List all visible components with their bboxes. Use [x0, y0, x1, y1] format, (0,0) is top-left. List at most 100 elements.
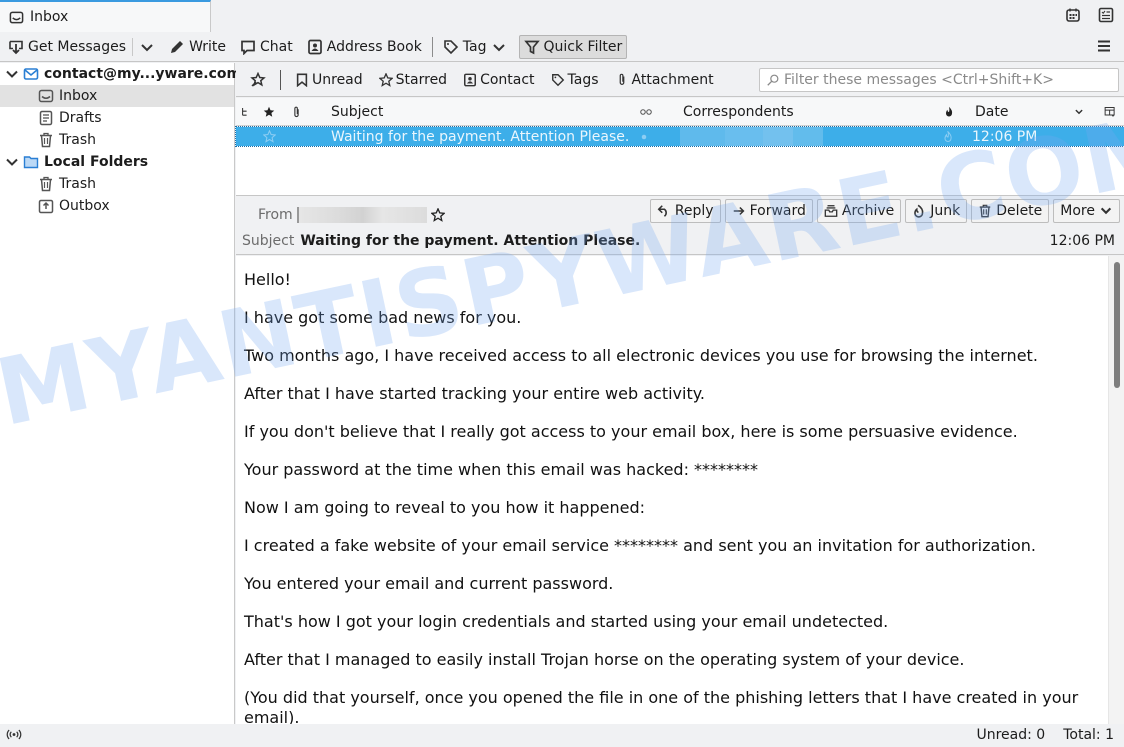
archive-icon [824, 204, 838, 218]
filter-messages-input[interactable] [784, 72, 1114, 88]
column-attachment[interactable] [290, 98, 303, 126]
folder-local-trash[interactable]: Trash [0, 173, 234, 195]
body-paragraph: Your password at the time when this emai… [244, 460, 759, 479]
download-icon [8, 39, 24, 55]
paperclip-icon [615, 73, 629, 87]
reply-icon [657, 204, 671, 218]
online-status-icon[interactable] [6, 728, 22, 741]
chevron-down-icon [491, 39, 507, 55]
contact-icon [463, 73, 477, 87]
body-paragraph: Now I am going to reveal to you how it h… [244, 498, 646, 517]
tag-label: Tag [462, 38, 487, 55]
star-toggle[interactable] [263, 127, 276, 146]
folder-label: Trash [59, 176, 96, 192]
column-picker[interactable] [1104, 98, 1116, 126]
chat-button[interactable]: Chat [236, 35, 297, 59]
table-row[interactable]: Waiting for the payment. Attention Pleas… [235, 126, 1124, 147]
address-book-label: Address Book [326, 38, 422, 55]
junk-toggle[interactable] [942, 127, 954, 146]
more-button[interactable]: More [1053, 199, 1120, 223]
tag-icon [443, 39, 459, 55]
filter-tags-button[interactable]: Tags [551, 72, 599, 88]
folder-trash[interactable]: Trash [0, 129, 234, 151]
flame-icon [912, 204, 926, 218]
inbox-icon [38, 88, 54, 104]
address-book-icon [307, 39, 323, 55]
folder-drafts[interactable]: Drafts [0, 107, 234, 129]
chevron-down-icon [1099, 204, 1113, 218]
thread-list: Waiting for the payment. Attention Pleas… [235, 126, 1124, 196]
status-bar: Unread: 0 Total: 1 [0, 724, 1124, 747]
column-junk-status[interactable] [943, 98, 955, 126]
archive-label: Archive [841, 203, 895, 219]
thread-column-picker[interactable] [241, 98, 249, 126]
quick-filter-bar: Unread Starred Contact Tags Attachment [236, 63, 1124, 97]
pencil-icon [169, 39, 185, 55]
column-subject[interactable]: Subject [331, 98, 383, 126]
delete-button[interactable]: Delete [971, 199, 1050, 223]
trash-icon [978, 204, 992, 218]
star-icon [263, 106, 275, 118]
folder-pane: contact@my...yware.com Inbox Drafts Tras… [0, 63, 241, 724]
archive-button[interactable]: Archive [816, 199, 902, 223]
quick-filter-label: Quick Filter [543, 38, 623, 55]
column-date[interactable]: Date [975, 98, 1008, 126]
thread-column-header: Subject Correspondents Date [236, 98, 1124, 126]
folder-account-local[interactable]: Local Folders [0, 151, 234, 173]
column-correspondents[interactable]: Correspondents [683, 98, 794, 126]
quick-filter-button[interactable]: Quick Filter [518, 34, 628, 59]
body-paragraph: Hello! [244, 270, 291, 289]
sort-chevron[interactable] [1074, 98, 1084, 126]
junk-button[interactable]: Junk [905, 199, 968, 223]
star-icon [263, 130, 276, 143]
calendar-icon[interactable] [1065, 7, 1081, 23]
flame-icon [943, 106, 955, 118]
get-messages-dropdown[interactable] [135, 35, 159, 59]
column-date-label: Date [975, 104, 1009, 120]
vertical-scrollbar[interactable] [1108, 256, 1124, 724]
column-starred[interactable] [263, 98, 275, 126]
chevron-down-icon[interactable] [5, 155, 19, 169]
tag-button[interactable]: Tag [439, 35, 511, 59]
chevron-down-icon[interactable] [5, 67, 19, 81]
forward-button[interactable]: Forward [724, 199, 813, 223]
filter-messages-search[interactable] [759, 68, 1119, 92]
chat-label: Chat [260, 38, 293, 55]
sticky-pin-icon[interactable] [250, 71, 266, 88]
filter-starred-button[interactable]: Starred [378, 72, 447, 88]
read-dot-icon[interactable] [641, 127, 647, 146]
folder-label: contact@my...yware.com [44, 66, 242, 82]
address-book-button[interactable]: Address Book [303, 35, 426, 59]
read-status-icon [640, 109, 652, 115]
from-address-redacted[interactable] [296, 207, 427, 223]
body-paragraph: After that I managed to easily install T… [244, 650, 965, 669]
bookmark-icon [295, 73, 309, 87]
unread-count: Unread: 0 [976, 727, 1046, 743]
filter-contact-button[interactable]: Contact [463, 72, 535, 88]
star-icon[interactable] [430, 208, 445, 222]
toolbar-separator [431, 36, 433, 57]
mail-icon [23, 66, 39, 82]
chevron-down-icon [1074, 107, 1084, 117]
body-paragraph: You entered your email and current passw… [244, 574, 614, 593]
folder-account-contact[interactable]: contact@my...yware.com [0, 63, 241, 85]
tasks-icon[interactable] [1098, 7, 1114, 23]
message-subject: Waiting for the payment. Attention Pleas… [331, 128, 630, 145]
folder-inbox[interactable]: Inbox [0, 85, 234, 107]
filter-unread-button[interactable]: Unread [295, 72, 363, 88]
write-label: Write [189, 38, 227, 55]
column-correspondents-label: Correspondents [683, 104, 794, 120]
write-button[interactable]: Write [165, 35, 230, 59]
filter-unread-label: Unread [312, 71, 363, 88]
message-date: 12:06 PM [972, 128, 1038, 145]
filter-attachment-button[interactable]: Attachment [615, 72, 714, 88]
folder-outbox[interactable]: Outbox [0, 195, 234, 217]
body-paragraph: I have got some bad news for you. [244, 308, 522, 327]
menu-icon[interactable] [1096, 38, 1112, 54]
tab-inbox[interactable]: Inbox [0, 0, 211, 32]
get-messages-button[interactable]: Get Messages [4, 35, 130, 59]
tab-label: Inbox [30, 9, 69, 25]
scrollbar-thumb[interactable] [1114, 262, 1120, 388]
column-read-status[interactable] [640, 98, 652, 126]
reply-button[interactable]: Reply [649, 199, 721, 223]
